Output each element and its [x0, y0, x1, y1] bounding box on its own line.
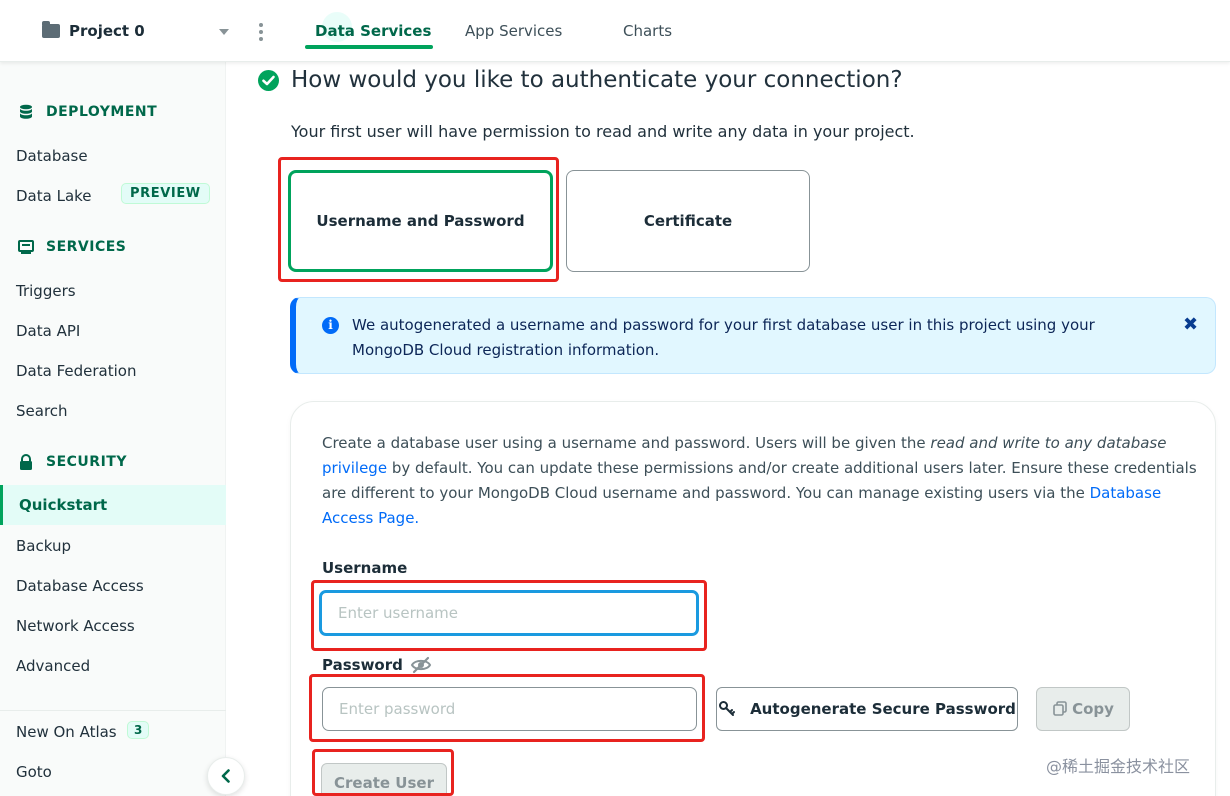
sidebar-item-backup[interactable]: Backup	[16, 537, 71, 555]
copy-button[interactable]: Copy	[1036, 687, 1130, 731]
sidebar-item-new-on-atlas[interactable]: New On Atlas	[16, 723, 117, 741]
info-banner-text: We autogenerated a username and password…	[352, 316, 1095, 359]
chevron-left-icon	[221, 769, 230, 783]
password-input[interactable]	[322, 687, 697, 731]
autogenerate-label: Autogenerate Secure Password	[750, 700, 1016, 718]
sidebar-item-network-access[interactable]: Network Access	[16, 617, 135, 635]
sidebar-section-title: SECURITY	[46, 454, 127, 470]
copy-icon	[1053, 701, 1067, 716]
project-selector[interactable]: Project 0	[42, 21, 145, 40]
top-navigation-bar: Project 0 Data Services App Services Cha…	[0, 0, 1230, 62]
active-tab-indicator	[305, 45, 433, 49]
username-input[interactable]	[319, 590, 699, 636]
sidebar-item-database[interactable]: Database	[16, 147, 88, 165]
database-icon	[20, 104, 32, 119]
tab-app-services[interactable]: App Services	[465, 22, 562, 40]
new-count-badge: 3	[127, 721, 150, 739]
lock-icon	[20, 454, 32, 470]
sidebar-item-triggers[interactable]: Triggers	[16, 282, 76, 300]
create-user-button[interactable]: Create User	[321, 763, 447, 796]
sidebar-section-security: SECURITY	[18, 454, 127, 470]
description-emphasis: read and write to any database	[930, 434, 1167, 452]
tab-charts[interactable]: Charts	[623, 22, 672, 40]
sidebar-section-services: SERVICES	[18, 239, 126, 255]
chevron-down-icon[interactable]	[219, 29, 229, 35]
preview-badge: PREVIEW	[121, 183, 210, 204]
sidebar-item-data-federation[interactable]: Data Federation	[16, 362, 136, 380]
sidebar-section-deployment: DEPLOYMENT	[18, 104, 157, 120]
close-icon[interactable]: ✖	[1183, 314, 1198, 335]
description-text: by default. You can update these permiss…	[322, 459, 1197, 502]
sidebar: DEPLOYMENT Database Data Lake PREVIEW SE…	[0, 62, 226, 796]
sidebar-item-data-lake[interactable]: Data Lake	[16, 187, 92, 205]
username-label: Username	[322, 559, 408, 577]
sidebar-section-title: DEPLOYMENT	[46, 104, 158, 120]
sidebar-divider	[0, 710, 226, 711]
services-icon	[18, 240, 34, 254]
folder-icon	[42, 21, 60, 38]
form-description: Create a database user using a username …	[322, 431, 1197, 531]
info-icon: i	[322, 317, 339, 334]
password-label: Password	[322, 656, 403, 674]
auth-option-certificate[interactable]: Certificate	[566, 170, 810, 272]
project-name: Project 0	[69, 22, 145, 40]
collapse-sidebar-button[interactable]	[207, 757, 245, 795]
watermark: @稀土掘金技术社区	[1046, 757, 1191, 776]
sidebar-item-goto[interactable]: Goto	[16, 763, 52, 781]
sidebar-item-advanced[interactable]: Advanced	[16, 657, 90, 675]
key-icon	[719, 701, 736, 716]
autogenerate-password-button[interactable]: Autogenerate Secure Password	[716, 687, 1018, 731]
sidebar-item-search[interactable]: Search	[16, 402, 68, 420]
info-banner: i We autogenerated a username and passwo…	[290, 297, 1216, 374]
page-subtitle: Your first user will have permission to …	[291, 122, 915, 141]
copy-label: Copy	[1072, 700, 1114, 718]
sidebar-section-title: SERVICES	[46, 239, 127, 255]
eye-off-icon[interactable]	[410, 656, 432, 674]
kebab-menu-icon[interactable]	[259, 23, 263, 41]
sidebar-item-database-access[interactable]: Database Access	[16, 577, 144, 595]
privilege-link[interactable]: privilege	[322, 459, 387, 477]
auth-option-username-password[interactable]: Username and Password	[288, 170, 553, 272]
check-circle-icon	[258, 70, 279, 91]
description-text: Create a database user using a username …	[322, 434, 931, 452]
sidebar-item-quickstart[interactable]: Quickstart	[0, 485, 226, 525]
sidebar-item-data-api[interactable]: Data API	[16, 322, 80, 340]
page-title: How would you like to authenticate your …	[291, 67, 903, 93]
tab-data-services[interactable]: Data Services	[315, 22, 431, 40]
